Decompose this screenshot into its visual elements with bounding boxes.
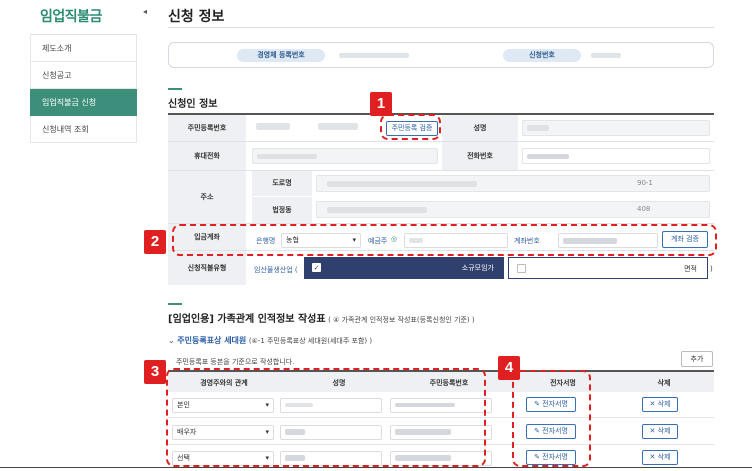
payment-type-label: 신청직불유형 [168, 251, 246, 285]
add-row-button[interactable]: 추가 [681, 351, 713, 367]
section-marker [168, 88, 182, 90]
phone-input[interactable] [522, 148, 710, 164]
annotation-badge-2: 2 [144, 230, 166, 254]
area-checkbox[interactable] [517, 264, 526, 273]
close-icon: ✕ [649, 400, 656, 408]
annotation-badge-1: 1 [370, 92, 392, 116]
road-label: 도로명 [252, 171, 312, 196]
small-scale-label: 소규모임가 [461, 264, 494, 272]
annotation-badge-3: 3 [144, 360, 166, 384]
annotation-box-4 [512, 370, 591, 467]
family-sub-title: 주민등록표상 세대원 [177, 336, 247, 345]
annotation-box-1 [380, 114, 441, 140]
annotation-box-3 [166, 368, 486, 467]
name-input[interactable] [522, 120, 710, 136]
application-info-bar: 경영체 등록번호 신청번호 [168, 42, 714, 68]
resident-no-label: 주민등록번호 [168, 115, 246, 141]
road-suffix: 90-1 [637, 179, 653, 187]
applicant-table: 주민등록번호 주민등록 검증 성명 휴대전화 전화번호 주소 도로명 90-1 … [168, 113, 714, 285]
close-icon: ✕ [649, 427, 656, 435]
business-reg-value [339, 53, 409, 58]
page-title: 신청 정보 [168, 9, 225, 25]
area-option[interactable]: 면적 [508, 257, 708, 279]
basis-note: 주민등록표 등본을 기준으로 작성합니다. [176, 358, 295, 366]
family-subsection: ⌄ 주민등록표상 세대원 (④-1 주민등록표상 세대원(세대주 포함) ) [168, 335, 372, 346]
delete-button[interactable]: ✕ 삭제 [642, 424, 678, 439]
annotation-box-2 [172, 224, 717, 256]
business-reg-label: 경영체 등록번호 [237, 49, 325, 62]
sidebar-title: 임업직불금 [40, 9, 102, 25]
delete-button[interactable]: ✕ 삭제 [642, 397, 678, 412]
road-address-input[interactable]: 90-1 [316, 175, 710, 192]
collapse-icon[interactable]: ◂ [138, 6, 152, 18]
annotation-badge-4: 4 [498, 356, 520, 380]
check-icon[interactable]: ✓ [312, 263, 321, 272]
mobile-input[interactable] [252, 148, 438, 164]
application-no-label: 신청번호 [503, 49, 581, 62]
legal-dong-label: 법정동 [252, 197, 312, 223]
sidebar-item-history[interactable]: 신청내역 조회 [30, 116, 137, 143]
family-section-header: [임업인용] 가족관계 인적정보 작성표 ( ④ 가족관계 인적정보 작성표(등… [168, 310, 475, 325]
family-section-sub: ( ④ 가족관계 인적정보 작성표(등록신청인 기준) ) [328, 316, 475, 324]
resident-no-back [318, 123, 358, 130]
sidebar-item-intro[interactable]: 제도소개 [30, 35, 137, 62]
forestry-label: 임산물생산업 ( [254, 266, 298, 274]
delete-button[interactable]: ✕ 삭제 [642, 450, 678, 465]
resident-no-front [256, 123, 290, 130]
sidebar-item-apply[interactable]: 임업직불금 신청 [30, 89, 137, 116]
mobile-label: 휴대전화 [168, 142, 246, 170]
close-icon: ✕ [649, 453, 656, 461]
name-label: 성명 [442, 115, 518, 141]
legal-dong-suffix: 408 [637, 205, 651, 213]
address-label: 주소 [168, 171, 246, 223]
bottom-border [0, 467, 752, 468]
small-scale-option[interactable]: ✓ 소규모임가 [304, 257, 504, 279]
area-label: 면적 [684, 265, 697, 273]
section-marker [168, 303, 182, 305]
sidebar-item-notice[interactable]: 신청공고 [30, 62, 137, 89]
col-delete: 삭제 [657, 379, 671, 387]
sidebar-menu: 제도소개 신청공고 임업직불금 신청 신청내역 조회 [30, 34, 137, 143]
application-no-value [591, 53, 621, 58]
applicant-section-title: 신청인 정보 [168, 99, 218, 110]
phone-label: 전화번호 [442, 142, 518, 170]
title-divider [168, 27, 714, 28]
family-section-title: [임업인용] 가족관계 인적정보 작성표 [168, 314, 326, 325]
close-paren: ) [710, 265, 713, 273]
chevron-icon: ⌄ [168, 336, 175, 345]
family-sub-note: (④-1 주민등록표상 세대원(세대주 포함) ) [248, 337, 373, 345]
legal-dong-input[interactable]: 408 [316, 201, 710, 218]
